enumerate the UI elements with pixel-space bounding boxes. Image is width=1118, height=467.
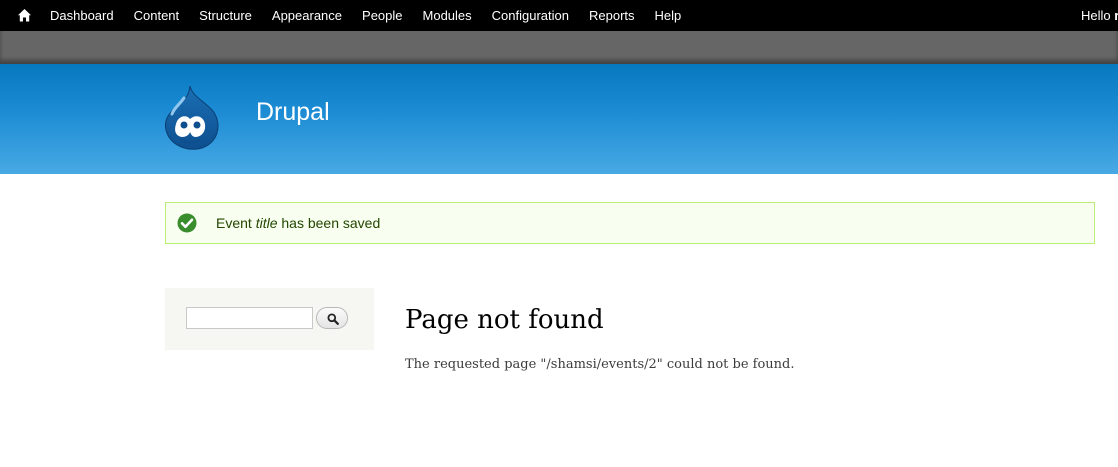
greeting-prefix: Hello (1081, 8, 1115, 23)
toolbar-item-structure[interactable]: Structure (189, 0, 262, 31)
page-title: Page not found (405, 305, 604, 335)
site-header: Drupal (0, 64, 1118, 174)
user-greeting: Hello r (1081, 0, 1118, 31)
toolbar-item-content[interactable]: Content (124, 0, 190, 31)
search-block (165, 288, 374, 350)
site-name[interactable]: Drupal (256, 97, 330, 127)
event-title: title (255, 215, 278, 231)
status-message: Event title has been saved (165, 202, 1095, 244)
check-circle-icon (177, 213, 197, 233)
toolbar-item-reports[interactable]: Reports (579, 0, 645, 31)
not-found-message: The requested page "/shamsi/events/2" co… (405, 357, 795, 372)
toolbar-item-modules[interactable]: Modules (413, 0, 482, 31)
status-suffix: has been saved (277, 215, 381, 231)
search-button[interactable] (316, 307, 348, 329)
admin-toolbar: Dashboard Content Structure Appearance P… (0, 0, 1118, 32)
status-text: Event title has been saved (216, 203, 380, 243)
toolbar-item-people[interactable]: People (352, 0, 412, 31)
search-icon (327, 313, 339, 325)
status-prefix: Event (216, 215, 256, 231)
home-icon[interactable] (17, 8, 32, 23)
toolbar-item-configuration[interactable]: Configuration (482, 0, 579, 31)
username-link[interactable]: r (1114, 8, 1118, 23)
toolbar-item-help[interactable]: Help (645, 0, 692, 31)
toolbar-menu: Dashboard Content Structure Appearance P… (40, 0, 691, 31)
toolbar-item-appearance[interactable]: Appearance (262, 0, 352, 31)
search-input[interactable] (186, 307, 313, 329)
toolbar-item-dashboard[interactable]: Dashboard (40, 0, 124, 31)
shortcut-bar (0, 31, 1118, 64)
drupal-logo[interactable] (160, 84, 226, 152)
